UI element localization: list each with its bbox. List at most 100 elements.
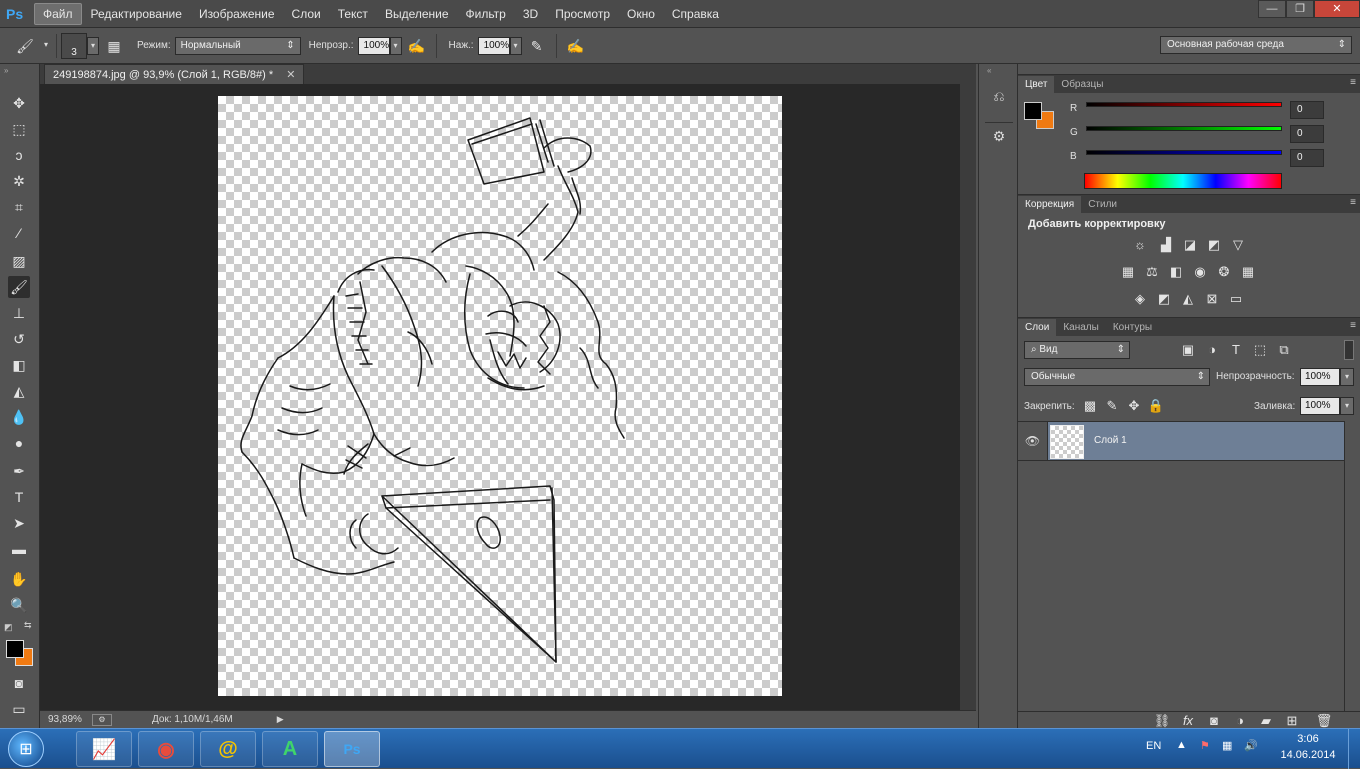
restore-button[interactable]: ❐ <box>1286 0 1314 18</box>
exposure-icon[interactable]: ◩ <box>1204 236 1224 254</box>
filter-smart-object-icon[interactable]: ⧉ <box>1274 341 1294 359</box>
pen-tool-icon[interactable]: ✒ <box>8 460 30 482</box>
status-menu-arrow-icon[interactable]: ▶ <box>277 714 284 725</box>
menu-layers[interactable]: Слои <box>284 4 329 24</box>
mode-select[interactable]: Нормальный ⇕ <box>174 36 301 55</box>
menu-filter[interactable]: Фильтр <box>458 4 514 24</box>
foreground-color-swatch[interactable] <box>6 640 24 658</box>
filter-type-icon[interactable]: T <box>1226 341 1246 359</box>
document-tab[interactable]: 249198874.jpg @ 93,9% (Слой 1, RGB/8#) *… <box>44 64 305 84</box>
fill-arrow[interactable]: ▾ <box>1340 397 1354 415</box>
tab-color[interactable]: Цвет <box>1018 76 1055 93</box>
paint-bucket-tool-icon[interactable]: ◭ <box>8 380 30 402</box>
minimize-button[interactable]: — <box>1258 0 1286 18</box>
tab-layers[interactable]: Слои <box>1018 319 1057 336</box>
panel-menu-icon[interactable]: ≡ <box>1350 320 1356 331</box>
threshold-icon[interactable]: ◭ <box>1178 290 1198 308</box>
opacity-arrow[interactable]: ▾ <box>389 36 402 55</box>
blue-slider[interactable] <box>1086 150 1282 155</box>
canvas-area[interactable] <box>40 84 976 710</box>
default-colors-icon[interactable]: ◩ <box>4 622 13 633</box>
lock-position-icon[interactable]: ✥ <box>1124 397 1144 415</box>
collapse-icon[interactable]: » <box>4 66 8 75</box>
vertical-scrollbar[interactable] <box>960 84 976 710</box>
tray-flag-icon[interactable]: ⚑ <box>1200 739 1210 752</box>
taskbar-app-chrome-icon[interactable]: ◉ <box>138 731 194 767</box>
panel-menu-icon[interactable]: ≡ <box>1350 197 1356 208</box>
blur-tool-icon[interactable]: 💧 <box>8 406 30 428</box>
black-white-icon[interactable]: ◧ <box>1166 263 1186 281</box>
layer-row[interactable]: 👁 Слой 1 <box>1018 421 1360 461</box>
language-indicator[interactable]: EN <box>1146 740 1161 752</box>
green-value[interactable]: 0 <box>1290 125 1324 143</box>
layer-filter-select[interactable]: ⌕ Вид ⇕ <box>1024 341 1130 359</box>
lock-transparency-icon[interactable]: ▩ <box>1080 397 1100 415</box>
foreground-color-swatch[interactable] <box>1024 102 1042 120</box>
properties-panel-icon[interactable]: ⚙ <box>989 128 1009 148</box>
start-button-icon[interactable]: ⊞ <box>8 731 44 767</box>
brush-preset-arrow[interactable]: ▾ <box>40 37 52 55</box>
levels-icon[interactable]: ▟ <box>1156 236 1176 254</box>
filter-shape-icon[interactable]: ⬚ <box>1250 341 1270 359</box>
pressure-opacity-icon[interactable]: ✍ <box>406 35 428 57</box>
zoom-level[interactable]: 93,89% <box>48 714 92 725</box>
marquee-tool-icon[interactable]: ⬚ <box>8 118 30 140</box>
photo-filter-icon[interactable]: ◉ <box>1190 263 1210 281</box>
airbrush-icon[interactable]: ✎ <box>526 35 548 57</box>
tab-paths[interactable]: Контуры <box>1106 319 1159 336</box>
lasso-tool-icon[interactable]: ↄ <box>8 144 30 166</box>
quick-mask-icon[interactable]: ◙ <box>8 672 30 694</box>
dodge-tool-icon[interactable]: ● <box>8 432 30 454</box>
taskbar-app-mail-icon[interactable]: @ <box>200 731 256 767</box>
clone-stamp-tool-icon[interactable]: ⊥ <box>8 302 30 324</box>
tray-volume-icon[interactable]: 🔊 <box>1244 739 1258 752</box>
blend-mode-select[interactable]: Обычные ⇕ <box>1024 368 1210 386</box>
taskbar-app-photoshop[interactable]: Ps <box>324 731 380 767</box>
tray-arrow-icon[interactable]: ▲ <box>1176 739 1187 751</box>
path-selection-tool-icon[interactable]: ➤ <box>8 512 30 534</box>
lock-image-icon[interactable]: ✎ <box>1102 397 1122 415</box>
brush-tool-icon[interactable]: 🖌 <box>8 276 30 298</box>
vibrance-icon[interactable]: ▽ <box>1228 236 1248 254</box>
visibility-eye-icon[interactable]: 👁 <box>1018 422 1048 460</box>
lock-all-icon[interactable]: 🔒 <box>1146 397 1166 415</box>
workspace-select[interactable]: Основная рабочая среда ⇕ <box>1160 36 1352 54</box>
menu-image[interactable]: Изображение <box>191 4 283 24</box>
close-button[interactable]: ✕ <box>1314 0 1360 18</box>
brush-size-preview[interactable]: 3 <box>61 32 87 59</box>
healing-brush-tool-icon[interactable]: ▨ <box>8 250 30 272</box>
menu-text[interactable]: Текст <box>330 4 376 24</box>
blue-value[interactable]: 0 <box>1290 149 1324 167</box>
tab-adjustments[interactable]: Коррекция <box>1018 196 1082 213</box>
flow-arrow[interactable]: ▾ <box>509 36 522 55</box>
tab-swatches[interactable]: Образцы <box>1054 76 1110 93</box>
clock-time[interactable]: 3:06 <box>1276 733 1340 745</box>
crop-tool-icon[interactable]: ⌗ <box>8 196 30 218</box>
filter-pixel-icon[interactable]: ▣ <box>1178 341 1198 359</box>
rectangle-tool-icon[interactable]: ▬ <box>8 538 30 560</box>
gradient-map-icon[interactable]: ▭ <box>1226 290 1246 308</box>
zoom-tool-icon[interactable]: 🔍 <box>8 594 30 616</box>
menu-select[interactable]: Выделение <box>377 4 457 24</box>
layer-name[interactable]: Слой 1 <box>1094 435 1127 446</box>
opacity-input[interactable]: 100% <box>357 36 390 55</box>
close-tab-icon[interactable]: ✕ <box>286 69 295 81</box>
tray-network-icon[interactable]: ▦ <box>1222 739 1232 752</box>
clock-date[interactable]: 14.06.2014 <box>1276 749 1340 761</box>
hue-saturation-icon[interactable]: ▦ <box>1118 263 1138 281</box>
color-balance-icon[interactable]: ⚖ <box>1142 263 1162 281</box>
brush-panel-icon[interactable]: ▦ <box>103 35 125 57</box>
fill-input[interactable]: 100% <box>1300 397 1340 415</box>
menu-window[interactable]: Окно <box>619 4 663 24</box>
filter-toggle-switch[interactable] <box>1344 340 1354 360</box>
color-spectrum[interactable] <box>1084 173 1282 189</box>
history-brush-tool-icon[interactable]: ↺ <box>8 328 30 350</box>
move-tool-icon[interactable]: ✥ <box>8 92 30 114</box>
brightness-contrast-icon[interactable]: ☼ <box>1130 236 1150 254</box>
eraser-tool-icon[interactable]: ◧ <box>8 354 30 376</box>
brush-tool-icon[interactable]: 🖌 <box>14 35 36 57</box>
history-panel-icon[interactable]: ⎌ <box>989 88 1009 108</box>
screen-mode-icon[interactable]: ▭ <box>8 698 30 720</box>
menu-file[interactable]: Файл <box>34 2 82 25</box>
red-slider[interactable] <box>1086 102 1282 107</box>
